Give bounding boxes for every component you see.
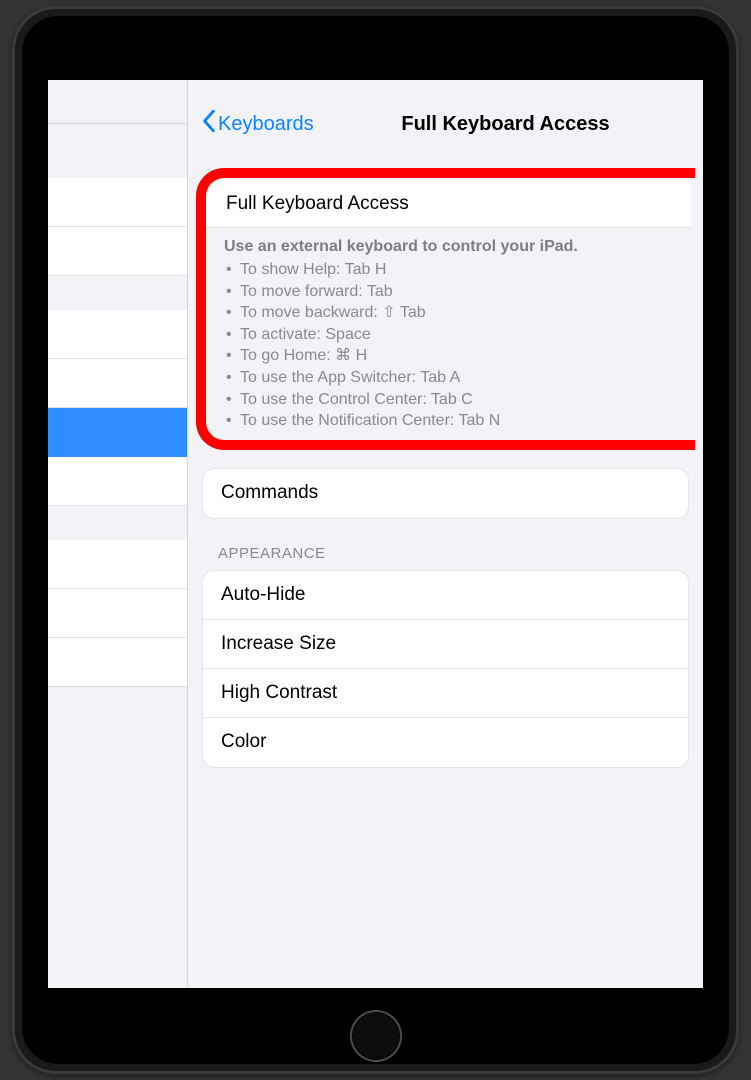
sidebar-header [48, 80, 187, 124]
help-footer: Use an external keyboard to control your… [196, 228, 695, 438]
commands-row[interactable]: Commands [203, 469, 688, 518]
device-bezel: ss ck de [22, 16, 729, 1064]
sidebar-item[interactable] [48, 178, 187, 227]
back-button[interactable]: Keyboards [202, 110, 314, 138]
highlighted-section: Full Keyboard Access Use an external key… [196, 168, 695, 450]
appearance-header: Appearance [188, 519, 703, 570]
appearance-group: Auto-Hide Increase Size High Contrast Co… [202, 570, 689, 768]
help-bullet: To use the App Switcher: Tab A [224, 367, 677, 389]
color-row[interactable]: Color [203, 718, 688, 767]
help-bullet: To use the Notification Center: Tab N [224, 410, 677, 432]
sidebar-item[interactable]: ck [48, 359, 187, 408]
commands-group: Commands [202, 468, 689, 519]
row-label: Increase Size [221, 633, 336, 655]
help-bullet: To activate: Space [224, 324, 677, 346]
sidebar-item[interactable]: ss [48, 310, 187, 359]
auto-hide-row[interactable]: Auto-Hide [203, 571, 688, 620]
sidebar-item[interactable] [48, 638, 187, 687]
home-button[interactable] [350, 1010, 402, 1062]
back-label: Keyboards [218, 113, 314, 136]
screen: ss ck de [48, 80, 703, 988]
sidebar-gap [48, 506, 187, 540]
sidebar-item[interactable] [48, 540, 187, 589]
row-label: Commands [221, 482, 318, 504]
help-bullet: To show Help: Tab H [224, 259, 677, 281]
detail-pane: Keyboards Full Keyboard Access Full Keyb… [188, 80, 703, 988]
increase-size-row[interactable]: Increase Size [203, 620, 688, 669]
sidebar-item[interactable] [48, 227, 187, 276]
row-label: Auto-Hide [221, 584, 306, 606]
navbar: Keyboards Full Keyboard Access [188, 80, 703, 150]
full-keyboard-access-row[interactable]: Full Keyboard Access [206, 180, 691, 228]
help-bullet: To go Home: ⌘ H [224, 345, 677, 367]
help-bullet: To use the Control Center: Tab C [224, 389, 677, 411]
high-contrast-row[interactable]: High Contrast [203, 669, 688, 718]
row-label: Color [221, 731, 266, 753]
sidebar-item[interactable]: de [48, 589, 187, 638]
row-label: High Contrast [221, 682, 337, 704]
sidebar-list: ss ck de [48, 178, 187, 687]
help-bullets: To show Help: Tab H To move forward: Tab… [224, 259, 677, 432]
chevron-left-icon [202, 110, 216, 138]
help-bullet: To move backward: ⇧ Tab [224, 302, 677, 324]
help-bullet: To move forward: Tab [224, 281, 677, 303]
settings-sidebar[interactable]: ss ck de [48, 80, 188, 988]
sidebar-item[interactable] [48, 457, 187, 506]
row-label: Full Keyboard Access [226, 193, 409, 215]
sidebar-gap [48, 276, 187, 310]
ipad-device-frame: ss ck de [12, 6, 739, 1074]
sidebar-item-selected[interactable] [48, 408, 187, 457]
help-lead: Use an external keyboard to control your… [224, 238, 677, 256]
